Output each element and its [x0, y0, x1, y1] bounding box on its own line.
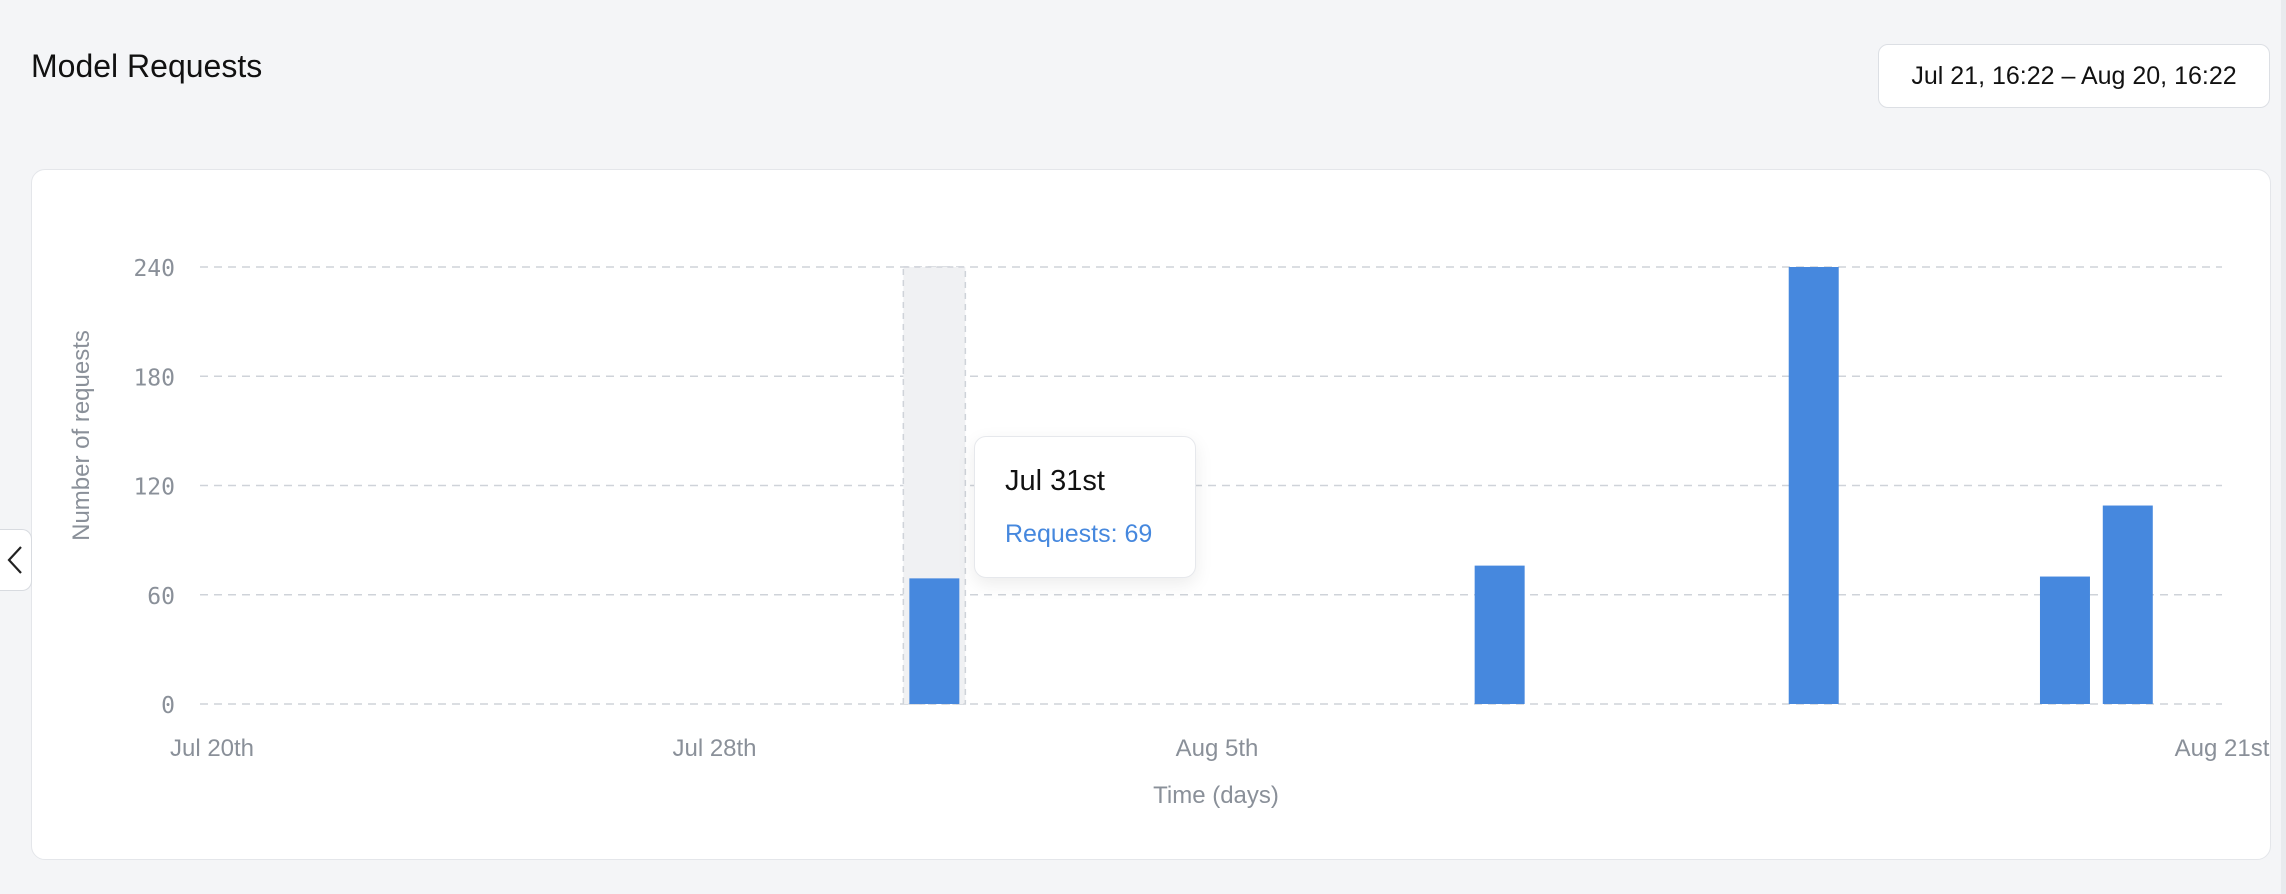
x-axis-label: Time (days) — [1153, 782, 1279, 809]
x-tick-label: Jul 28th — [672, 735, 756, 762]
x-tick-label: Aug 21st — [2175, 735, 2270, 762]
y-tick-label: 120 — [133, 475, 175, 501]
date-range-picker[interactable]: Jul 21, 16:22 – Aug 20, 16:22 — [1878, 44, 2270, 108]
collapse-sidebar-button[interactable] — [0, 529, 32, 591]
bar[interactable] — [909, 578, 960, 704]
chevron-left-icon — [7, 546, 22, 574]
chart-tooltip: Jul 31st Requests: 69 — [974, 436, 1196, 578]
tooltip-value: Requests: 69 — [1005, 520, 1153, 548]
y-tick-label: 60 — [147, 584, 175, 610]
date-range-label: Jul 21, 16:22 – Aug 20, 16:22 — [1911, 61, 2237, 90]
scrollbar-track[interactable] — [2281, 0, 2286, 894]
y-tick-label: 240 — [133, 256, 175, 282]
bar[interactable] — [2039, 576, 2090, 704]
bar[interactable] — [1474, 565, 1525, 704]
page-title: Model Requests — [31, 48, 263, 84]
y-tick-label: 0 — [161, 693, 175, 719]
tooltip-title: Jul 31st — [1005, 465, 1105, 497]
y-tick-label: 180 — [133, 365, 175, 391]
x-tick-label: Jul 20th — [170, 735, 254, 762]
bar[interactable] — [1788, 267, 1839, 704]
y-axis-label: Number of requests — [68, 330, 95, 541]
chart-card: 0 60 120 180 240 Jul 20th Jul 28th Aug 5th Aug 2… — [31, 169, 2271, 860]
bar[interactable] — [2102, 505, 2153, 704]
x-tick-label: Aug 5th — [1176, 735, 1259, 762]
